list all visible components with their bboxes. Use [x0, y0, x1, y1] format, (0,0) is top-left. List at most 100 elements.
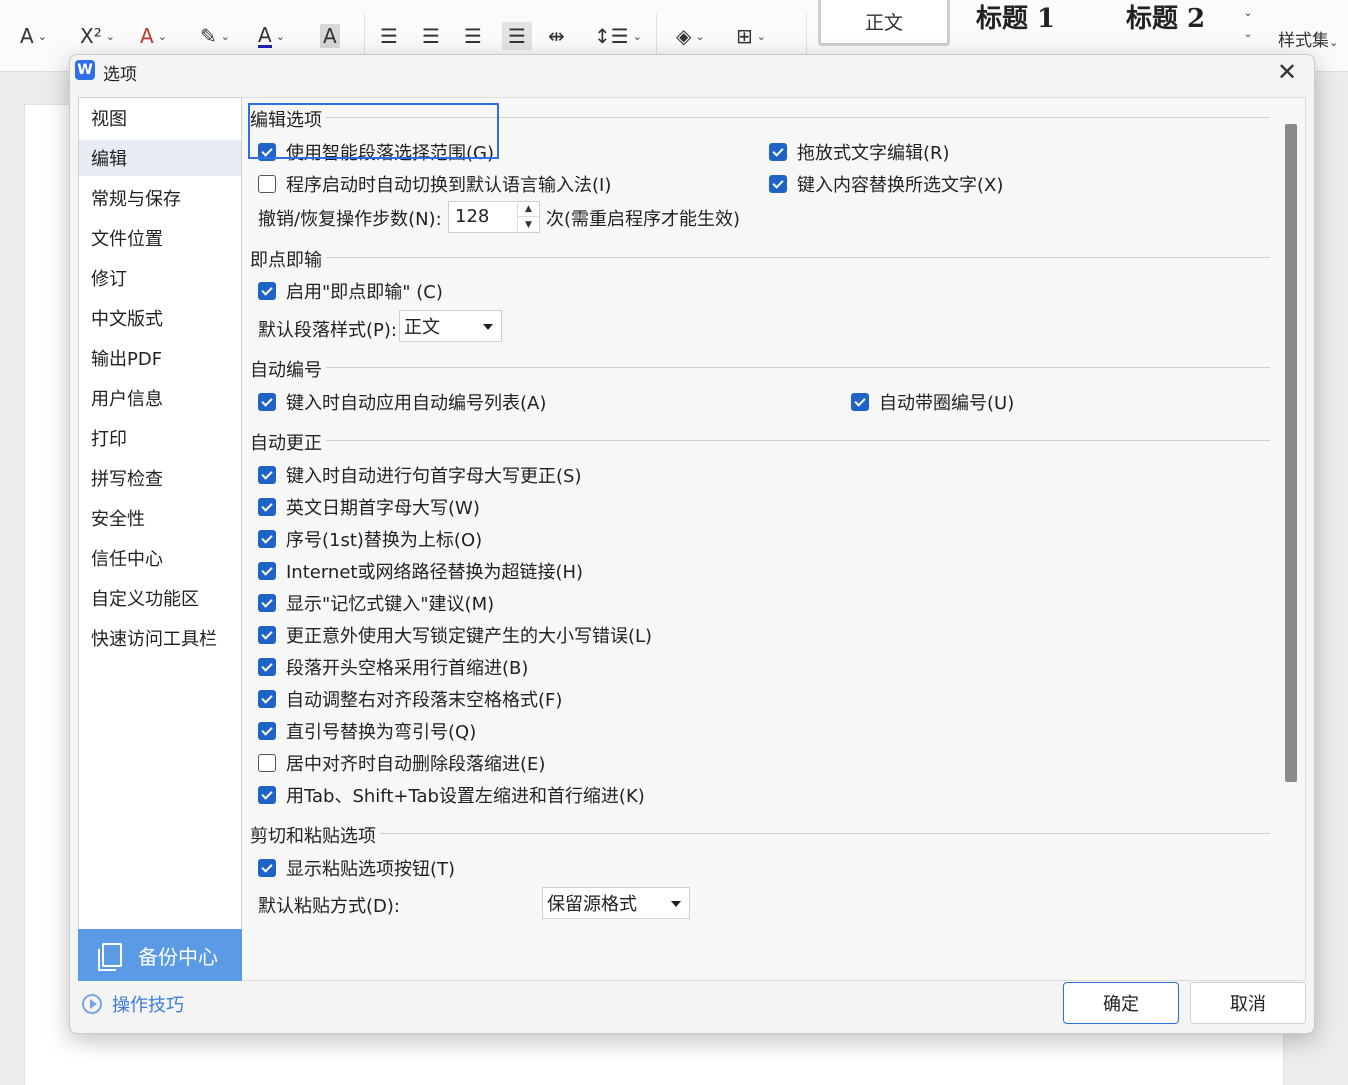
tips-link[interactable]: 操作技巧 — [82, 991, 184, 1017]
undo-steps-value[interactable]: 128 — [455, 206, 489, 227]
style-heading-1[interactable]: 标题 1 — [976, 0, 1055, 35]
dropdown-caret-icon — [671, 901, 681, 907]
nav-item-view[interactable]: 视图 — [79, 100, 241, 136]
checkbox[interactable] — [258, 626, 276, 644]
options-dialog: W 选项 ✕ 视图 编辑 常规与保存 文件位置 修订 中文版式 输出PDF 用户… — [69, 54, 1315, 1034]
checkbox[interactable] — [769, 175, 787, 193]
option-auto-list[interactable]: 键入时自动应用自动编号列表(A) — [258, 389, 546, 415]
nav-item-spell-check[interactable]: 拼写检查 — [79, 460, 241, 496]
section-paste: 剪切和粘贴选项 — [250, 822, 1270, 848]
line-spacing-icon[interactable]: ↕☰ ⌄ — [594, 22, 642, 50]
checkbox[interactable] — [258, 466, 276, 484]
option-show-paste-button[interactable]: 显示粘贴选项按钮(T) — [258, 855, 455, 881]
option-auto-correct-item[interactable]: 居中对齐时自动删除段落缩进(E) — [258, 750, 545, 776]
option-auto-correct-item[interactable]: 段落开头空格采用行首缩进(B) — [258, 654, 528, 680]
checkbox[interactable] — [258, 722, 276, 740]
undo-steps-spinner[interactable]: 128 ▲ ▼ — [448, 201, 540, 233]
checkbox[interactable] — [258, 690, 276, 708]
default-paste-select[interactable]: 保留源格式 — [542, 887, 690, 919]
option-auto-correct-item[interactable]: 英文日期首字母大写(W) — [258, 494, 480, 520]
nav-item-security[interactable]: 安全性 — [79, 500, 241, 536]
option-auto-correct-item[interactable]: 自动调整右对齐段落末空格格式(F) — [258, 686, 562, 712]
nav-item-export-pdf[interactable]: 输出PDF — [79, 340, 241, 376]
superscript-icon[interactable]: X² ⌄ — [80, 22, 115, 50]
option-enable-click-type[interactable]: 启用"即点即输" (C) — [258, 278, 443, 304]
checkbox[interactable] — [258, 754, 276, 772]
close-button[interactable]: ✕ — [1274, 58, 1300, 86]
checkbox[interactable] — [258, 498, 276, 516]
option-replace-selection[interactable]: 键入内容替换所选文字(X) — [769, 171, 1003, 197]
align-center-icon[interactable]: ☰ — [422, 22, 440, 50]
distributed-icon[interactable]: ⇹ — [548, 22, 565, 50]
divider — [250, 257, 1270, 258]
option-auto-correct-item[interactable]: 显示"记忆式键入"建议(M) — [258, 590, 494, 616]
highlight-icon[interactable]: ✎ ⌄ — [200, 22, 230, 50]
chevron-down-icon[interactable]: ⌄ — [1243, 6, 1252, 19]
option-auto-correct-item[interactable]: 更正意外使用大写锁定键产生的大小写错误(L) — [258, 622, 652, 648]
borders-icon[interactable]: ⊞ ⌄ — [736, 22, 766, 50]
nav-item-print[interactable]: 打印 — [79, 420, 241, 456]
option-circled-number[interactable]: 自动带圈编号(U) — [851, 389, 1014, 415]
default-style-label: 默认段落样式(P): — [258, 320, 397, 341]
option-auto-correct-item[interactable]: Internet或网络路径替换为超链接(H) — [258, 558, 583, 584]
style-gallery-scroll[interactable]: ⌄ ⌄ — [1240, 6, 1256, 40]
align-left-icon[interactable]: ☰ — [380, 22, 398, 50]
checkbox[interactable] — [851, 393, 869, 411]
checkbox[interactable] — [258, 393, 276, 411]
option-drag-edit[interactable]: 拖放式文字编辑(R) — [769, 139, 950, 165]
divider — [250, 440, 1270, 441]
shading-icon[interactable]: ◈ ⌄ — [676, 22, 705, 50]
nav-item-edit[interactable]: 编辑 — [79, 140, 241, 176]
option-auto-switch-ime[interactable]: 程序启动时自动切换到默认语言输入法(I) — [258, 171, 611, 197]
style-heading-2[interactable]: 标题 2 — [1126, 0, 1205, 35]
wps-writer-icon: W — [75, 60, 95, 80]
checkbox[interactable] — [258, 859, 276, 877]
nav-item-general-save[interactable]: 常规与保存 — [79, 180, 241, 216]
option-auto-correct-item[interactable]: 键入时自动进行句首字母大写更正(S) — [258, 462, 581, 488]
strikethrough-icon[interactable]: A ⌄ — [20, 22, 47, 50]
ok-button[interactable]: 确定 — [1063, 982, 1179, 1024]
justify-icon[interactable]: ☰ — [502, 22, 532, 50]
spin-down-icon[interactable]: ▼ — [518, 217, 539, 232]
nav-item-user-info[interactable]: 用户信息 — [79, 380, 241, 416]
checkbox[interactable] — [258, 786, 276, 804]
nav-item-file-locations[interactable]: 文件位置 — [79, 220, 241, 256]
spin-up-icon[interactable]: ▲ — [518, 202, 539, 217]
divider — [250, 367, 1270, 368]
dialog-titlebar[interactable]: W 选项 ✕ — [70, 55, 1314, 91]
text-effect-icon[interactable]: A ⌄ — [140, 22, 167, 50]
backup-center-button[interactable]: 备份中心 — [78, 929, 242, 981]
checkbox[interactable] — [769, 143, 787, 161]
section-title: 自动更正 — [250, 429, 326, 455]
nav-item-trust-center[interactable]: 信任中心 — [79, 540, 241, 576]
cancel-button[interactable]: 取消 — [1190, 982, 1306, 1024]
default-style-select[interactable]: 正文 — [399, 310, 502, 342]
nav-item-revisions[interactable]: 修订 — [79, 260, 241, 296]
style-normal[interactable]: 正文 — [818, 0, 950, 46]
section-title: 剪切和粘贴选项 — [250, 822, 380, 848]
checkbox[interactable] — [258, 594, 276, 612]
nav-item-quick-access[interactable]: 快速访问工具栏 — [79, 620, 241, 656]
char-shading-icon[interactable]: A — [320, 22, 340, 50]
option-auto-correct-item[interactable]: 用Tab、Shift+Tab设置左缩进和首行缩进(K) — [258, 782, 645, 808]
option-auto-correct-item[interactable]: 序号(1st)替换为上标(O) — [258, 526, 482, 552]
section-auto-number: 自动编号 — [250, 356, 1270, 382]
nav-item-chinese-layout[interactable]: 中文版式 — [79, 300, 241, 336]
nav-item-customize-ribbon[interactable]: 自定义功能区 — [79, 580, 241, 616]
options-nav: 视图 编辑 常规与保存 文件位置 修订 中文版式 输出PDF 用户信息 打印 拼… — [78, 97, 242, 981]
font-color-icon[interactable]: A ⌄ — [258, 22, 285, 50]
tips-label: 操作技巧 — [112, 995, 184, 1016]
expand-icon[interactable]: ⌄ — [1243, 27, 1252, 40]
default-paste-label: 默认粘贴方式(D): — [258, 896, 400, 917]
scrollbar[interactable] — [1285, 124, 1297, 782]
dropdown-caret-icon — [483, 324, 493, 330]
checkbox[interactable] — [258, 658, 276, 676]
option-auto-correct-item[interactable]: 直引号替换为弯引号(Q) — [258, 718, 476, 744]
checkbox[interactable] — [258, 562, 276, 580]
checkbox[interactable] — [258, 530, 276, 548]
checkbox[interactable] — [258, 175, 276, 193]
align-right-icon[interactable]: ☰ — [464, 22, 482, 50]
styleset-button[interactable]: 样式集⌄ — [1278, 26, 1338, 51]
section-title: 自动编号 — [250, 356, 326, 382]
checkbox[interactable] — [258, 282, 276, 300]
